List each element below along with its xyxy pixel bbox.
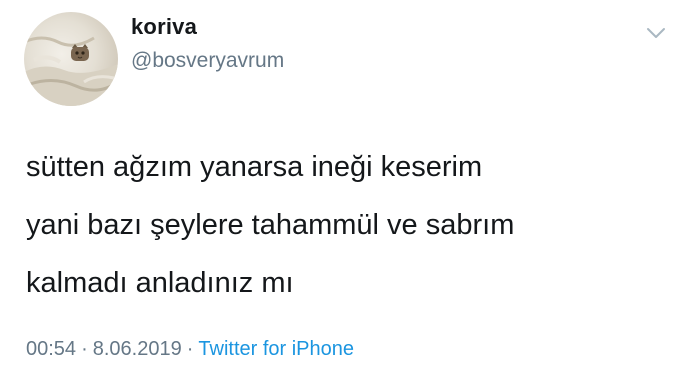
meta-separator: · [81, 338, 88, 360]
avatar-image [24, 36, 118, 106]
avatar[interactable] [24, 12, 118, 106]
tweet-text-line: sütten ağzım yanarsa ineği keserim [26, 151, 483, 183]
tweet-text-line: yani bazı şeylere tahammül ve sabrım [26, 209, 515, 241]
tweet-date[interactable]: 8.06.2019 [93, 338, 182, 360]
tweet-card: koriva @bosveryavrum sütten ağzım yanars… [0, 0, 687, 380]
tweet-time[interactable]: 00:54 [26, 338, 76, 360]
tweet-meta: 00:54 · 8.06.2019 · Twitter for iPhone [26, 338, 354, 361]
tweet-text: sütten ağzım yanarsa ineği keserim yani … [26, 138, 656, 312]
display-name[interactable]: koriva [131, 14, 197, 40]
tweet-source-link[interactable]: Twitter for iPhone [198, 338, 354, 360]
meta-separator: · [186, 338, 194, 360]
tweet-text-line: kalmadı anladınız mı [26, 267, 294, 299]
user-handle[interactable]: @bosveryavrum [131, 49, 284, 73]
chevron-down-icon[interactable] [645, 24, 667, 42]
